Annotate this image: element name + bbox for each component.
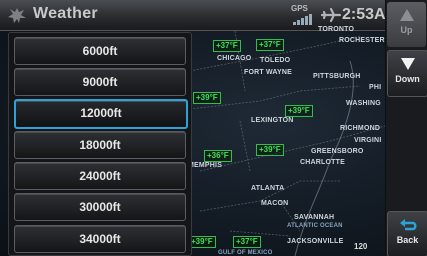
signal-strength-icon — [293, 14, 312, 25]
temperature-marker[interactable]: +39°F — [285, 105, 313, 117]
altitude-option[interactable]: 34000ft — [14, 225, 186, 253]
up-button[interactable]: Up — [387, 2, 426, 47]
city-label: FORT WAYNE — [244, 69, 293, 76]
altitude-option[interactable]: 6000ft — [14, 37, 186, 65]
temperature-marker[interactable]: +39°F — [188, 236, 216, 248]
city-label: TOLEDO — [260, 57, 291, 64]
temperature-marker[interactable]: +39°F — [256, 144, 284, 156]
arrow-down-icon — [400, 58, 415, 70]
temperature-marker[interactable]: +37°F — [213, 40, 241, 52]
back-label: Back — [396, 235, 419, 245]
temperature-marker[interactable]: +36°F — [204, 150, 232, 162]
city-label: PITTSBURGH — [313, 73, 361, 80]
altitude-option[interactable]: 24000ft — [14, 162, 186, 190]
gps-status: GPS — [291, 4, 317, 26]
weather-screen: Weather GPS 2:53A TORONTO ROCHESTER CHIC… — [0, 0, 427, 256]
temperature-marker[interactable]: +37°F — [233, 236, 261, 248]
city-label: PHI — [369, 84, 382, 91]
city-label: GULF OF MEXICO — [218, 250, 273, 256]
city-label: CHARLOTTE — [300, 159, 345, 166]
temperature-marker[interactable]: +39°F — [193, 92, 221, 104]
city-label: MACON — [261, 200, 289, 207]
side-button-column: Up Down Back — [386, 0, 427, 256]
altitude-option-selected[interactable]: 12000ft — [14, 99, 188, 129]
clock-suffix: A — [374, 6, 385, 23]
page-title: Weather — [33, 5, 98, 22]
city-label: CHICAGO — [217, 55, 252, 62]
clock-time: 2:53 — [342, 6, 375, 23]
city-label: TORONTO — [318, 26, 355, 33]
altitude-option[interactable]: 30000ft — [14, 193, 186, 221]
city-label: SAVANNAH — [294, 214, 335, 221]
down-button[interactable]: Down — [387, 50, 427, 97]
back-arrow-icon — [399, 219, 416, 231]
gps-label: GPS — [291, 4, 308, 13]
altitude-list[interactable]: 6000ft 9000ft 12000ft 18000ft 24000ft 30… — [8, 32, 192, 256]
city-label: LEXINGTON — [251, 117, 294, 124]
city-label: RICHMOND — [340, 125, 381, 132]
altitude-option[interactable]: 18000ft — [14, 131, 186, 159]
city-label: VIRGINI — [354, 137, 382, 144]
city-label: ATLANTIC OCEAN — [287, 223, 343, 229]
city-label: MEMPHIS — [188, 162, 223, 169]
clock: 2:53A — [342, 6, 385, 24]
map-scale: 120 — [354, 242, 368, 251]
city-label: WASHING — [346, 100, 381, 107]
city-label: GREENSBORO — [311, 148, 364, 155]
arrow-up-icon — [399, 9, 414, 21]
city-label: ROCHESTER — [339, 37, 385, 44]
city-label: ATLANTA — [251, 185, 285, 192]
up-label: Up — [400, 25, 413, 35]
airplane-icon — [320, 7, 342, 23]
altitude-option[interactable]: 9000ft — [14, 68, 186, 96]
back-button[interactable]: Back — [387, 211, 427, 256]
temperature-marker[interactable]: +37°F — [256, 39, 284, 51]
city-label: JACKSONVILLE — [287, 238, 344, 245]
down-label: Down — [395, 74, 420, 84]
weather-app-icon — [8, 8, 26, 23]
